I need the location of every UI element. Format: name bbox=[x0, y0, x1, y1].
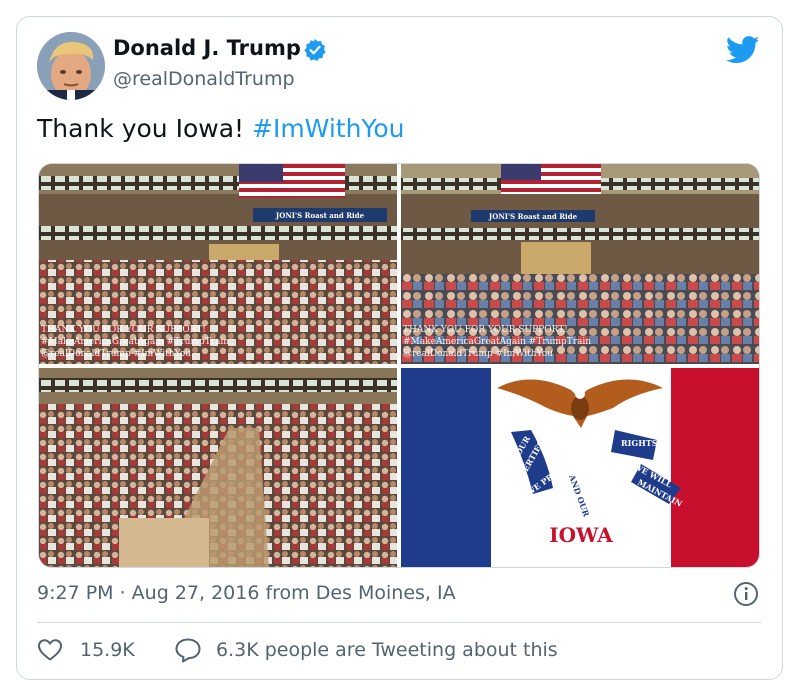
info-icon[interactable] bbox=[733, 581, 759, 607]
overlay-line-1c: @realDonaldTrump #ImWithYou bbox=[41, 349, 191, 359]
overlay-line-1b: #MakeAmericaGreatAgain #TrumpTrain bbox=[41, 337, 229, 347]
conversation-link[interactable]: 6.3K people are Tweeting about this bbox=[216, 639, 558, 661]
rally-banner-1: JONI'S Roast and Ride bbox=[275, 211, 365, 220]
rally-photo-2[interactable]: JONI'S Roast and Ride THANK YOU FOR YOUR… bbox=[401, 164, 760, 364]
hashtag-link[interactable]: #ImWithYou bbox=[252, 114, 405, 143]
like-heart-icon[interactable] bbox=[37, 638, 63, 662]
like-count[interactable]: 15.9K bbox=[80, 639, 135, 661]
reply-bubble-icon[interactable] bbox=[174, 637, 202, 663]
rally-photo-1[interactable]: JONI'S Roast and Ride THANK YOU FOR YOUR… bbox=[39, 164, 397, 364]
iowa-state-name: IOWA bbox=[549, 523, 613, 547]
tweet-text: Thank you Iowa! #ImWithYou bbox=[37, 114, 405, 143]
tweet-timestamp[interactable]: 9:27 PM · Aug 27, 2016 from Des Moines, … bbox=[37, 582, 456, 604]
twitter-bird-icon[interactable] bbox=[726, 36, 760, 64]
overlay-line-2a: THANK YOU FOR YOUR SUPPORT! bbox=[403, 325, 568, 335]
avatar[interactable] bbox=[37, 32, 105, 100]
rally-banner-2: JONI'S Roast and Ride bbox=[488, 212, 578, 221]
divider bbox=[37, 622, 761, 623]
tweet-body: Thank you Iowa! bbox=[37, 114, 245, 143]
display-name[interactable]: Donald J. Trump bbox=[113, 36, 301, 60]
overlay-line-2c: @realDonaldTrump #ImWithYou bbox=[403, 349, 553, 359]
media-grid[interactable]: JONI'S Roast and Ride THANK YOU FOR YOUR… bbox=[38, 163, 760, 568]
verified-badge-icon bbox=[304, 39, 326, 61]
rally-photo-3[interactable] bbox=[39, 368, 397, 568]
overlay-line-1a: THANK YOU FOR YOUR SUPPORT! bbox=[41, 325, 206, 335]
author-handle[interactable]: @realDonaldTrump bbox=[113, 68, 295, 90]
ribbon-word-rights: RIGHTS bbox=[621, 438, 658, 448]
overlay-line-2b: #MakeAmericaGreatAgain #TrumpTrain bbox=[403, 337, 591, 347]
iowa-flag-image[interactable]: OUR LIBERTIES WE PRIZE AND OUR RIGHTS WE… bbox=[401, 368, 760, 568]
